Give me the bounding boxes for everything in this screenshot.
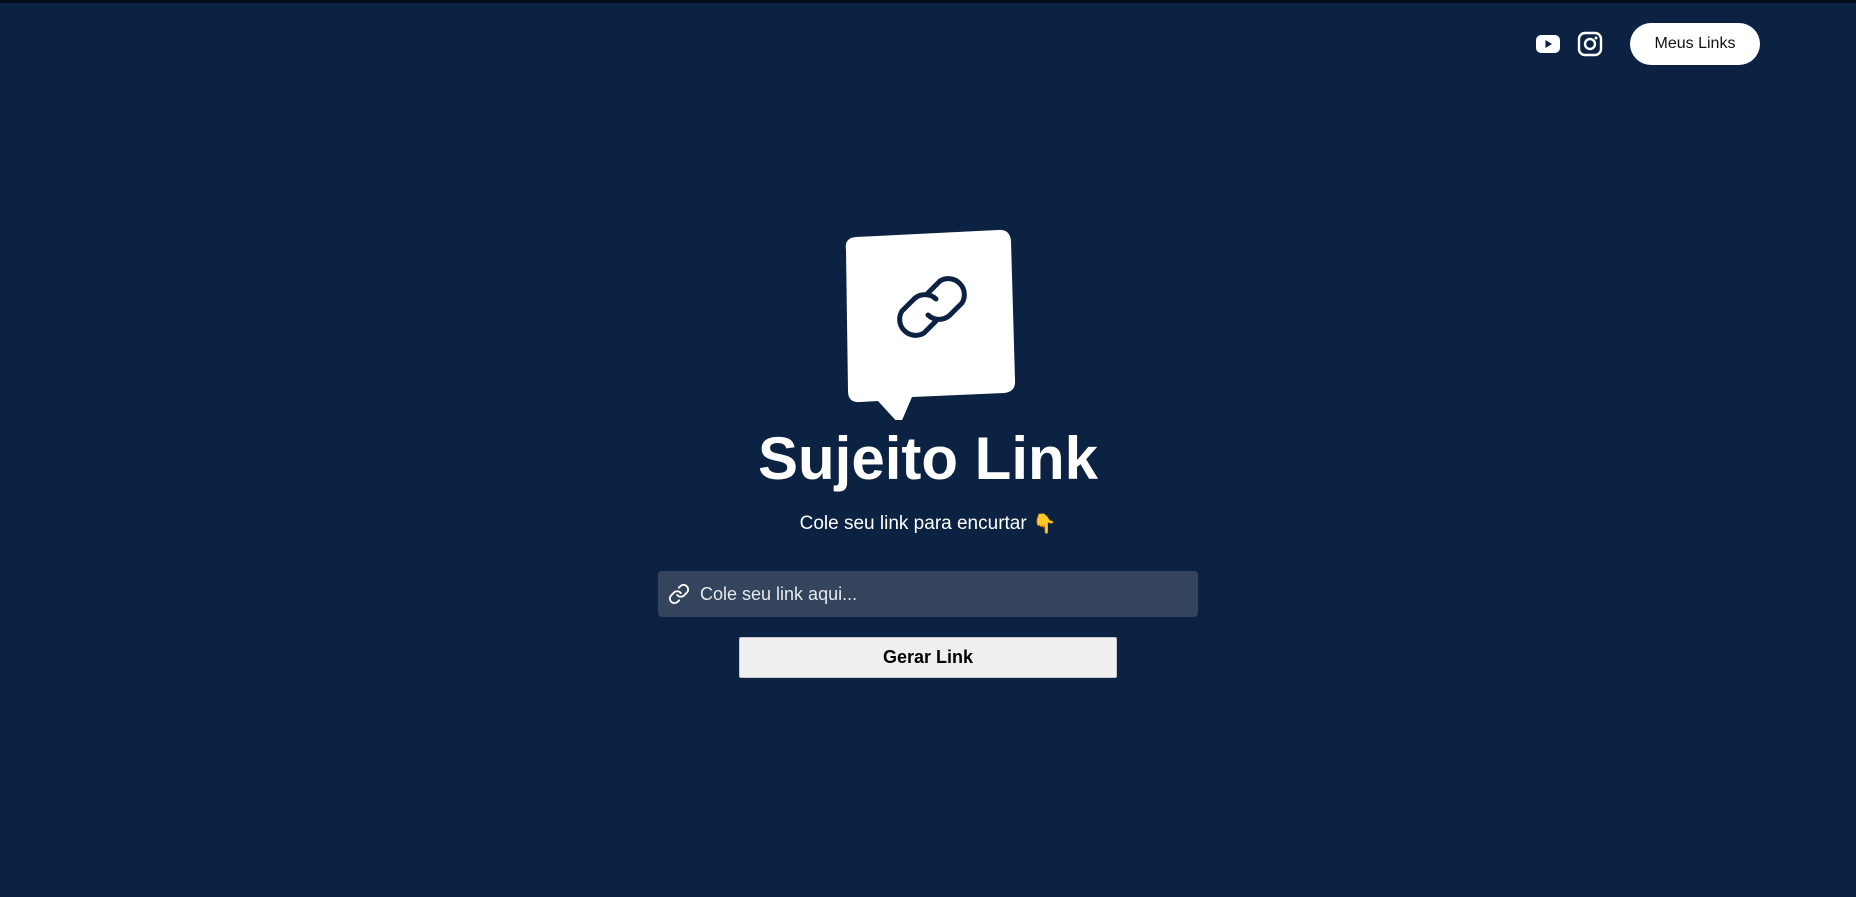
page-title: Sujeito Link xyxy=(757,425,1099,492)
top-border xyxy=(0,0,1856,3)
youtube-icon xyxy=(1536,35,1560,53)
main-content: Sujeito Link Cole seu link para encurtar… xyxy=(0,228,1856,678)
generate-link-button[interactable]: Gerar Link xyxy=(739,637,1117,678)
instagram-icon xyxy=(1577,31,1603,57)
instagram-link[interactable] xyxy=(1576,30,1604,58)
link-icon xyxy=(668,583,690,605)
link-input-container xyxy=(658,571,1198,617)
youtube-link[interactable] xyxy=(1534,30,1562,58)
my-links-button[interactable]: Meus Links xyxy=(1630,23,1760,65)
subtitle-text: Cole seu link para encurtar xyxy=(799,513,1027,534)
header: Meus Links xyxy=(1534,23,1760,65)
chat-link-logo xyxy=(845,229,1016,420)
pointing-down-icon: 👇 xyxy=(1032,514,1057,535)
subtitle: Cole seu link para encurtar 👇 xyxy=(800,512,1057,536)
link-input[interactable] xyxy=(698,573,1188,615)
